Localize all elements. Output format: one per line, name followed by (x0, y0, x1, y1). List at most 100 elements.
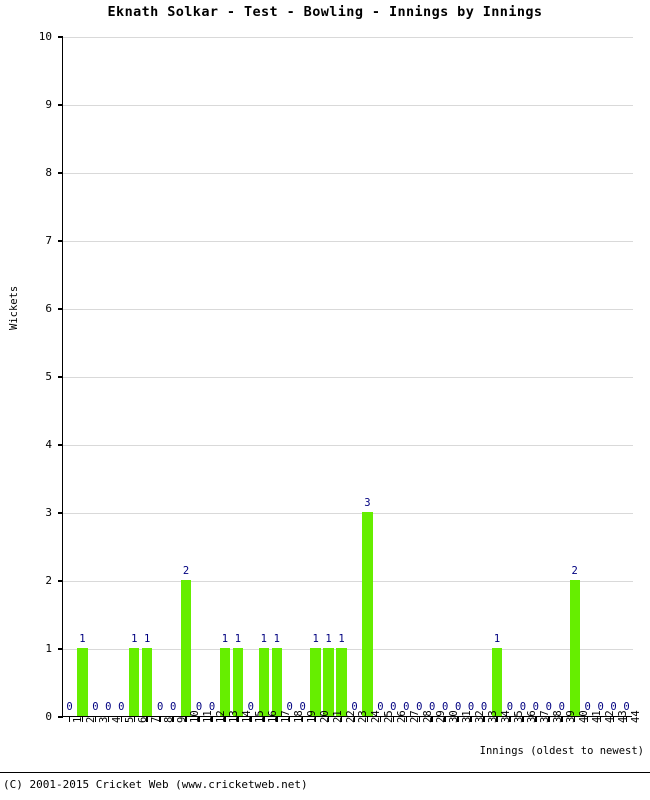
bar-value-label: 0 (118, 701, 125, 713)
x-tick-label: 38 (551, 710, 564, 723)
x-tick-label: 32 (474, 710, 487, 723)
y-tick-mark (58, 240, 63, 242)
bar (180, 580, 192, 716)
y-tick-label: 0 (45, 710, 52, 723)
x-tick-label: 15 (253, 710, 266, 723)
x-tick-label: 2 (85, 716, 98, 723)
bar-value-label: 1 (79, 633, 86, 645)
x-tick-label: 16 (266, 710, 279, 723)
y-tick-mark (58, 716, 63, 718)
y-gridline (63, 444, 633, 446)
bar (271, 648, 282, 716)
bar-value-label: 0 (66, 701, 73, 713)
bar (219, 648, 231, 716)
x-tick-label: 17 (279, 710, 292, 723)
y-tick-label: 6 (45, 302, 52, 315)
x-tick-label: 29 (435, 710, 448, 723)
x-tick-label: 7 (150, 716, 163, 723)
x-tick-label: 44 (629, 710, 642, 723)
bar-value-label: 1 (273, 633, 280, 645)
x-tick-label: 35 (512, 710, 525, 723)
bar-value-label: 0 (92, 701, 99, 713)
x-tick-label: 19 (305, 710, 318, 723)
y-tick-mark (58, 376, 63, 378)
y-gridline (63, 580, 633, 582)
x-tick-label: 34 (499, 710, 512, 723)
bar (336, 648, 347, 716)
bar-value-label: 1 (325, 633, 332, 645)
bar (232, 648, 244, 716)
bar-value-label: 0 (105, 701, 112, 713)
y-tick-mark (58, 36, 63, 38)
y-tick-mark (58, 172, 63, 174)
y-tick-label: 10 (38, 30, 52, 43)
y-tick-label: 5 (45, 370, 52, 383)
x-tick-label: 10 (189, 710, 202, 723)
x-tick-label: 3 (98, 716, 111, 723)
x-tick-label: 27 (409, 710, 422, 723)
plot-area: 0100011002001101100111030000000001000002… (58, 36, 633, 722)
bar-value-label: 1 (338, 633, 345, 645)
y-tick-label: 2 (45, 574, 52, 587)
x-tick-label: 30 (448, 710, 461, 723)
bar (129, 648, 140, 716)
bar (491, 648, 503, 716)
x-tick-label: 1 (72, 716, 85, 723)
x-tick-label: 43 (616, 710, 629, 723)
bar (569, 580, 580, 716)
bar-value-label: 1 (234, 633, 242, 645)
y-gridline (63, 172, 633, 174)
x-tick-label: 31 (461, 710, 474, 723)
bar-value-label: 0 (156, 701, 164, 713)
bar (142, 648, 153, 716)
x-tick-mark (68, 717, 71, 722)
bowling-innings-chart: Eknath Solkar - Test - Bowling - Innings… (0, 0, 650, 800)
y-tick-label: 1 (45, 642, 52, 655)
y-tick-mark (58, 512, 63, 514)
x-tick-label: 22 (344, 710, 357, 723)
bar (77, 648, 88, 716)
x-tick-label: 33 (487, 710, 500, 723)
y-tick-label: 3 (45, 506, 52, 519)
x-tick-label: 36 (525, 710, 538, 723)
x-tick-label: 13 (227, 710, 240, 723)
x-tick-label: 41 (590, 710, 603, 723)
x-tick-label: 5 (124, 716, 137, 723)
x-tick-label: 42 (603, 710, 616, 723)
y-tick-label: 9 (45, 98, 52, 111)
x-tick-label: 20 (318, 710, 331, 723)
x-tick-label: 23 (357, 710, 370, 723)
bar-value-label: 1 (260, 633, 267, 645)
bar (258, 648, 269, 716)
y-gridline (63, 240, 633, 242)
y-tick-mark (58, 580, 63, 582)
x-tick-label: 28 (422, 710, 435, 723)
x-tick-label: 8 (163, 716, 176, 723)
y-tick-label: 8 (45, 166, 52, 179)
y-gridline (63, 104, 633, 106)
x-tick-label: 39 (564, 710, 577, 723)
bar-value-label: 1 (144, 633, 151, 645)
y-tick-mark (58, 104, 63, 106)
y-gridline (63, 36, 633, 38)
x-tick-label: 24 (370, 710, 383, 723)
x-tick-label: 14 (240, 710, 253, 723)
bar-value-label: 2 (571, 565, 578, 577)
x-tick-label: 11 (202, 710, 215, 723)
bar (323, 648, 334, 716)
chart-title: Eknath Solkar - Test - Bowling - Innings… (107, 4, 543, 20)
bar-value-label: 3 (364, 497, 371, 509)
bar-value-label: 1 (312, 633, 319, 645)
y-tick-mark (58, 648, 63, 650)
bar-value-label: 0 (169, 701, 177, 713)
bar-value-label: 2 (182, 565, 190, 577)
y-gridline (63, 512, 633, 514)
x-tick-label: 26 (396, 710, 409, 723)
bar-value-label: 1 (131, 633, 138, 645)
y-gridline (63, 308, 633, 310)
y-tick-mark (58, 308, 63, 310)
x-tick-label: 12 (214, 710, 227, 723)
x-axis-title: Innings (oldest to newest) (479, 745, 644, 757)
y-gridline (63, 376, 633, 378)
x-tick-label: 40 (577, 710, 590, 723)
